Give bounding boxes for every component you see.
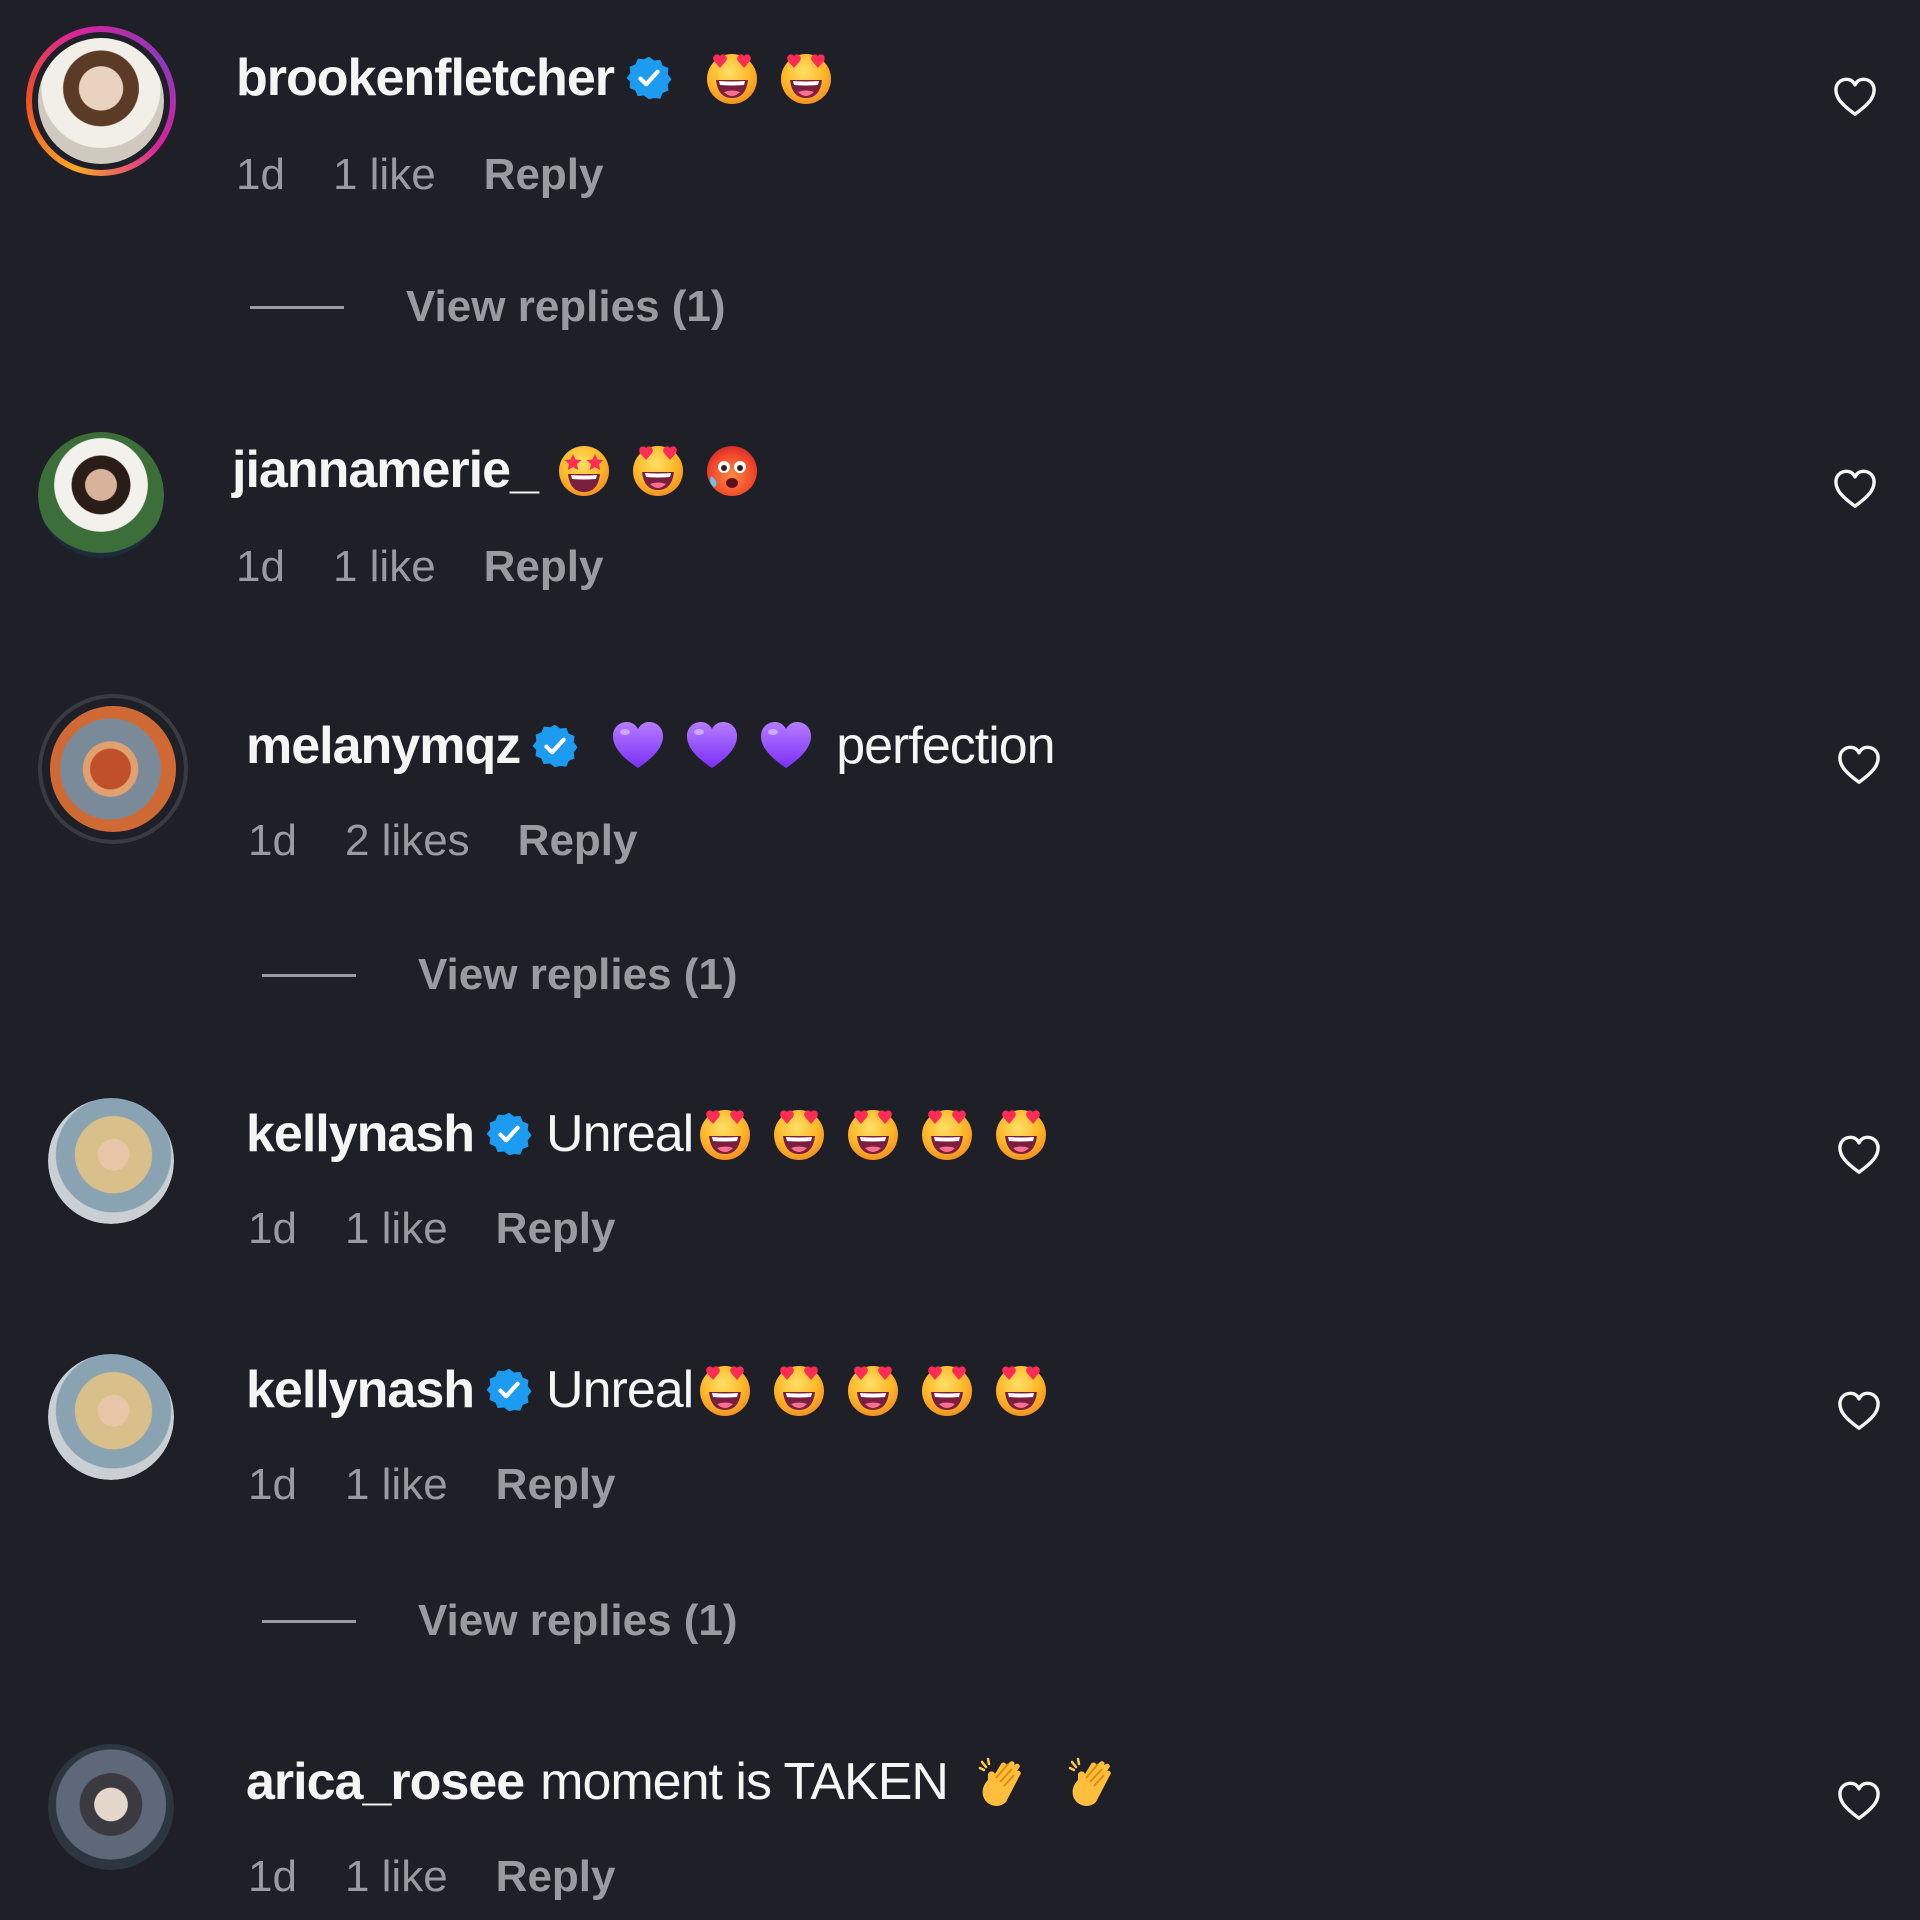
- like-heart-icon[interactable]: [1832, 468, 1878, 510]
- verified-badge-icon: [532, 723, 578, 769]
- purple-heart-icon: [610, 718, 666, 774]
- username[interactable]: jiannamerie_: [232, 440, 539, 500]
- heart-eyes-icon: [993, 1106, 1049, 1162]
- avatar[interactable]: [38, 694, 188, 844]
- comment-age: 1d: [248, 816, 297, 865]
- comment-age: 1d: [248, 1852, 297, 1901]
- view-replies-button[interactable]: View replies (1): [250, 282, 726, 332]
- like-heart-icon[interactable]: [1836, 744, 1882, 786]
- avatar[interactable]: [38, 432, 164, 558]
- replies-divider: [262, 1619, 356, 1623]
- reply-button[interactable]: Reply: [496, 1204, 616, 1254]
- view-replies-button[interactable]: View replies (1): [262, 950, 738, 1000]
- replies-divider: [262, 973, 356, 977]
- heart-eyes-icon: [697, 1106, 753, 1162]
- avatar[interactable]: [48, 1354, 174, 1480]
- clapping-hands-icon: [1064, 1754, 1120, 1810]
- purple-heart-icon: [758, 718, 814, 774]
- like-heart-icon[interactable]: [1836, 1134, 1882, 1176]
- avatar[interactable]: [48, 1098, 174, 1224]
- like-heart-icon[interactable]: [1836, 1390, 1882, 1432]
- like-count[interactable]: 1 like: [333, 542, 436, 592]
- like-count[interactable]: 2 likes: [345, 816, 470, 866]
- heart-eyes-icon: [630, 442, 686, 498]
- heart-eyes-icon: [845, 1106, 901, 1162]
- view-replies-label: View replies (1): [406, 282, 726, 331]
- replies-divider: [250, 305, 344, 309]
- avatar-photo: [48, 1744, 174, 1870]
- hot-face-icon: [704, 442, 760, 498]
- clapping-hands-icon: [974, 1754, 1030, 1810]
- avatar-photo: [48, 1354, 174, 1480]
- verified-badge-icon: [486, 1367, 532, 1413]
- comment-age: 1d: [236, 542, 285, 591]
- star-struck-icon: [556, 442, 612, 498]
- like-count[interactable]: 1 like: [345, 1852, 448, 1902]
- purple-heart-icon: [684, 718, 740, 774]
- reply-button[interactable]: Reply: [518, 816, 638, 866]
- view-replies-label: View replies (1): [418, 950, 738, 999]
- avatar-photo: [48, 1098, 174, 1224]
- view-replies-label: View replies (1): [418, 1596, 738, 1645]
- avatar-photo: [50, 706, 176, 832]
- like-count[interactable]: 1 like: [345, 1460, 448, 1510]
- reply-button[interactable]: Reply: [496, 1460, 616, 1510]
- username[interactable]: arica_rosee: [246, 1752, 525, 1812]
- comment-item: arica_rosee moment is TAKEN 1d 1 like Re…: [0, 0, 1920, 1901]
- avatar[interactable]: [48, 1744, 174, 1870]
- heart-eyes-icon: [697, 1362, 753, 1418]
- heart-eyes-icon: [993, 1362, 1049, 1418]
- comment-age: 1d: [248, 1204, 297, 1253]
- like-heart-icon[interactable]: [1836, 1780, 1882, 1822]
- heart-eyes-icon: [771, 1106, 827, 1162]
- comment-age: 1d: [248, 1460, 297, 1509]
- username[interactable]: melanymqz: [246, 716, 521, 776]
- verified-badge-icon: [486, 1111, 532, 1157]
- like-count[interactable]: 1 like: [345, 1204, 448, 1254]
- avatar-photo: [38, 432, 164, 558]
- view-replies-button[interactable]: View replies (1): [262, 1596, 738, 1646]
- heart-eyes-icon: [919, 1362, 975, 1418]
- reply-button[interactable]: Reply: [484, 542, 604, 592]
- heart-eyes-icon: [845, 1362, 901, 1418]
- username[interactable]: kellynash: [246, 1104, 475, 1164]
- comment-text: Unreal: [546, 1105, 694, 1163]
- comment-text: moment is TAKEN: [540, 1753, 949, 1811]
- heart-eyes-icon: [771, 1362, 827, 1418]
- comment-text: perfection: [836, 717, 1055, 775]
- comment-text: Unreal: [546, 1361, 694, 1419]
- username[interactable]: kellynash: [246, 1360, 475, 1420]
- heart-eyes-icon: [919, 1106, 975, 1162]
- reply-button[interactable]: Reply: [496, 1852, 616, 1902]
